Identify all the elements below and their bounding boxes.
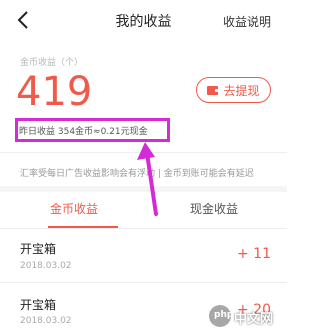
annotation-arrow-icon	[137, 142, 158, 216]
site-watermark: php 中文网	[209, 305, 281, 327]
watermark-text: 中文网	[234, 312, 274, 327]
watermark-logo-text: php	[214, 310, 234, 320]
